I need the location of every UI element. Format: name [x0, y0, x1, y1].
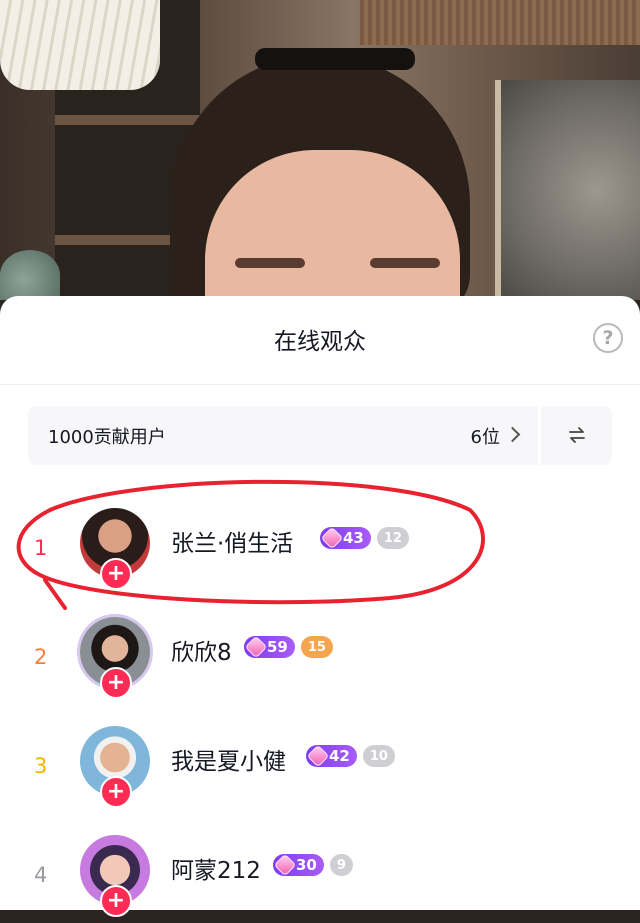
viewer-rank: 3 — [34, 754, 48, 778]
viewer-avatar[interactable]: + — [80, 617, 150, 699]
viewer-avatar[interactable]: + — [80, 508, 150, 590]
gem-icon — [273, 853, 297, 877]
contributors-button[interactable]: 1000贡献用户 6位 — [28, 406, 538, 465]
contributors-count: 6位 — [470, 427, 500, 448]
viewer-avatar[interactable]: + — [80, 835, 150, 917]
contributors-row: 1000贡献用户 6位 — [28, 406, 612, 465]
fan-level-badge: 15 — [300, 636, 333, 658]
viewer-name: 我是夏小健 — [171, 749, 286, 775]
sheet-header: 在线观众 ? — [0, 296, 640, 385]
level-badge: 42 — [306, 744, 357, 768]
viewer-name: 欣欣8 — [171, 640, 232, 666]
follow-plus-icon[interactable]: + — [100, 885, 132, 917]
swap-arrows-icon — [569, 427, 585, 443]
follow-plus-icon[interactable]: + — [100, 776, 132, 808]
viewer-item[interactable]: 3 + 我是夏小健 42 10 — [0, 714, 640, 814]
sunglasses — [255, 48, 415, 70]
ceiling-wood — [360, 0, 640, 45]
live-video-background — [0, 0, 640, 300]
gem-icon — [244, 635, 268, 659]
viewer-name: 张兰·俏生活 — [171, 531, 294, 557]
level-badge: 30 — [273, 853, 324, 877]
follow-plus-icon[interactable]: + — [100, 558, 132, 590]
gem-icon — [306, 744, 330, 768]
level-badge: 43 — [320, 526, 371, 550]
viewer-rank: 2 — [34, 645, 48, 669]
fan-level-badge: 12 — [376, 527, 409, 549]
plant — [0, 250, 60, 300]
viewer-rank: 4 — [34, 863, 48, 887]
viewer-name: 阿蒙212 — [171, 858, 261, 884]
chevron-right-icon — [504, 426, 521, 443]
viewer-badges: 59 15 — [244, 635, 333, 659]
sheet-title: 在线观众 — [274, 329, 366, 355]
viewer-badges: 42 10 — [306, 744, 395, 768]
viewer-badges: 30 9 — [273, 853, 353, 877]
viewer-badges: 43 12 — [320, 526, 409, 550]
viewer-rank: 1 — [34, 536, 48, 560]
wall-painting — [495, 80, 640, 300]
contributors-label: 1000贡献用户 — [48, 427, 166, 448]
viewer-item[interactable]: 1 + 张兰·俏生活 43 12 — [0, 496, 640, 596]
eyebrow-left — [235, 258, 305, 268]
gem-icon — [320, 526, 344, 550]
viewer-item[interactable]: 4 + 阿蒙212 30 9 — [0, 823, 640, 923]
online-audience-sheet: 在线观众 ? 1000贡献用户 6位 1 + 张兰·俏生活 43 12 2 + … — [0, 296, 640, 917]
follow-plus-icon[interactable]: + — [100, 667, 132, 699]
viewer-avatar[interactable]: + — [80, 726, 150, 808]
question-circle-icon[interactable]: ? — [593, 323, 623, 353]
viewer-item[interactable]: 2 + 欣欣8 59 15 — [0, 605, 640, 705]
swap-button[interactable] — [541, 406, 612, 465]
eyebrow-right — [370, 258, 440, 268]
fan-level-badge: 9 — [329, 854, 353, 876]
lamp-shade — [0, 0, 160, 90]
level-badge: 59 — [244, 635, 295, 659]
fan-level-badge: 10 — [362, 745, 395, 767]
